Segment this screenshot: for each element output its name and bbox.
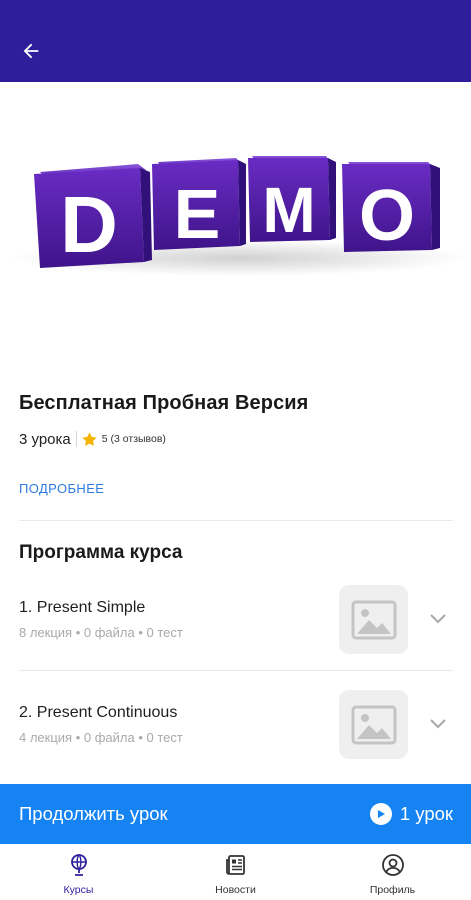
lesson-thumbnail — [339, 690, 408, 759]
chevron-down-icon[interactable] — [428, 716, 448, 732]
nav-label: Новости — [215, 884, 256, 896]
cube-m: M — [248, 156, 336, 246]
profile-icon — [380, 852, 406, 878]
cube-letter: O — [359, 176, 415, 256]
divider — [19, 520, 453, 521]
chevron-down-icon[interactable] — [428, 611, 448, 627]
continue-label: Продолжить урок — [19, 803, 168, 824]
newspaper-icon — [223, 852, 249, 878]
continue-count-group: 1 урок — [369, 803, 453, 825]
cube-letter: D — [60, 180, 118, 269]
meta-divider — [75, 431, 77, 447]
divider — [19, 670, 453, 671]
lesson-row-1[interactable]: 1. Present Simple 8 лекция • 0 файла • 0… — [0, 585, 471, 675]
lessons-count: 3 урока — [19, 430, 71, 448]
lesson-name: 2. Present Continuous — [19, 704, 178, 721]
lesson-thumbnail — [339, 585, 408, 654]
continue-lesson-button[interactable]: Продолжить урок 1 урок — [0, 784, 471, 844]
lesson-info: 4 лекция • 0 файла • 0 тест — [19, 730, 183, 745]
rating-text: 5 (3 отзывов) — [101, 433, 166, 445]
nav-courses[interactable]: Курсы — [0, 844, 157, 900]
course-meta: 3 урока 5 (3 отзывов) — [19, 430, 166, 448]
cube-d: D — [34, 164, 152, 269]
cube-e: E — [152, 158, 246, 253]
back-button[interactable] — [14, 34, 48, 68]
arrow-left-icon — [23, 43, 39, 59]
cube-o: O — [342, 162, 440, 256]
lesson-row-2[interactable]: 2. Present Continuous 4 лекция • 0 файла… — [0, 690, 471, 780]
nav-profile[interactable]: Профиль — [314, 844, 471, 900]
star-icon — [81, 431, 98, 448]
bottom-navigation: Курсы Новости Профиль — [0, 844, 471, 900]
play-icon — [369, 803, 392, 825]
demo-cubes-illustration: D E M O — [10, 156, 470, 276]
image-placeholder-icon — [351, 600, 396, 639]
nav-label: Профиль — [369, 884, 416, 896]
more-details-link[interactable]: ПОДРОБНЕЕ — [19, 481, 104, 496]
nav-news[interactable]: Новости — [157, 844, 314, 900]
lesson-info: 8 лекция • 0 файла • 0 тест — [19, 625, 183, 640]
program-title: Программа курса — [19, 542, 183, 563]
app-bar — [0, 0, 471, 82]
course-cover-image: D E M O — [0, 82, 471, 378]
continue-count: 1 урок — [399, 803, 453, 824]
cube-letter: E — [174, 175, 221, 253]
globe-icon — [66, 852, 92, 878]
lesson-name: 1. Present Simple — [19, 599, 146, 616]
image-placeholder-icon — [351, 705, 396, 744]
cube-letter: M — [262, 174, 315, 246]
nav-label: Курсы — [63, 884, 94, 896]
course-title: Бесплатная Пробная Версия — [19, 392, 309, 414]
